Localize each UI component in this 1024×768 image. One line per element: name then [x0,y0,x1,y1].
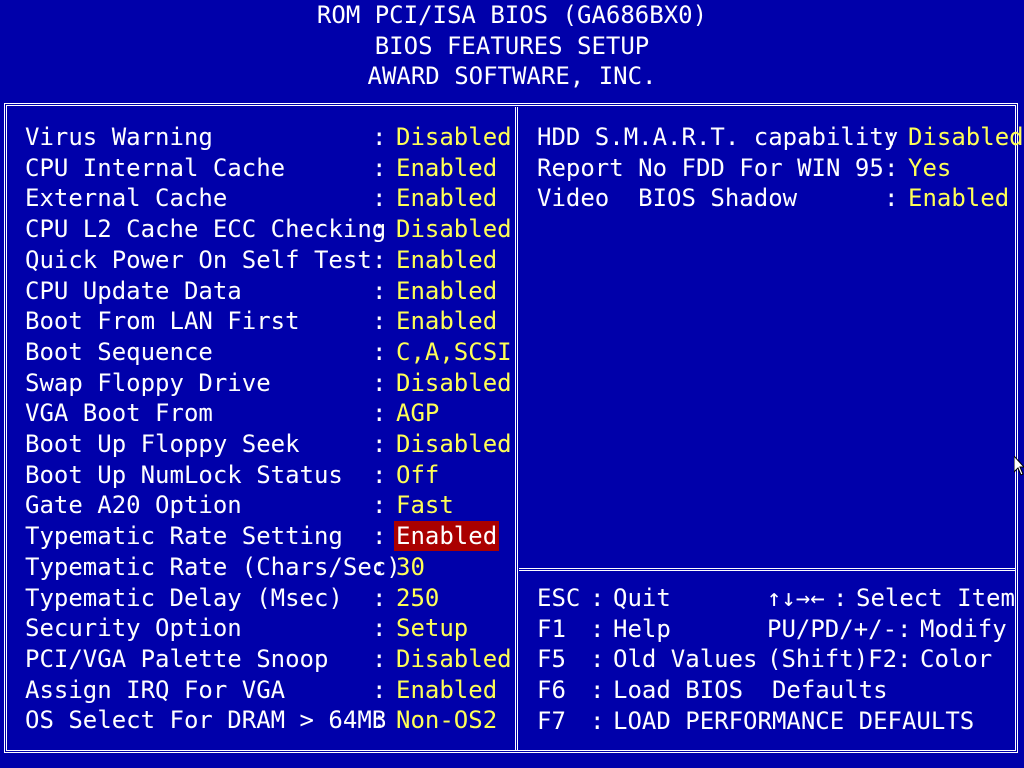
setting-label: VGA Boot From [25,399,213,428]
setting-row[interactable]: Gate A20 Option: Fast [0,490,515,520]
setting-row[interactable]: Typematic Rate (Chars/Sec):30 [0,552,515,582]
setting-label: Boot Up Floppy Seek [25,430,300,458]
bios-vendor: AWARD SOFTWARE, INC. [367,62,657,90]
mouse-pointer-icon [1013,454,1024,476]
setting-label: Swap Floppy Drive [25,368,271,397]
setting-value[interactable]: Enabled [396,306,497,336]
setting-value[interactable]: Disabled [396,429,512,459]
setting-value[interactable]: Off [396,460,439,490]
help-colon: : [897,645,912,674]
setting-label: Typematic Rate Setting [25,522,343,551]
setting-label: Typematic Rate (Chars/Sec) [25,552,401,581]
setting-colon: : [372,522,387,551]
help-row: F7: LOAD PERFORMANCE DEFAULTS [0,706,1018,736]
setting-value[interactable]: Disabled [396,368,512,398]
setting-value[interactable]: Enabled [396,276,497,306]
help-row: ESC: Quit ↑↓→←: Select Item [0,583,1018,613]
setting-label: Video BIOS Shadow [537,184,798,213]
help-key: ↑↓→← [767,584,825,612]
setting-colon: : [372,307,387,336]
help-action: Old Values [613,645,758,674]
setting-colon: : [372,215,387,244]
setting-value[interactable]: Disabled [908,122,1024,152]
help-key: F5 [537,645,566,674]
setting-value[interactable]: Enabled [394,521,500,552]
help-action: Help [613,614,671,643]
setting-colon: : [372,552,387,581]
bios-section-title: BIOS FEATURES SETUP [374,31,650,60]
help-key: ESC [537,584,581,612]
setting-label: Quick Power On Self Test [25,245,372,274]
setting-label: Boot Sequence [25,337,213,366]
setting-label: Report No FDD For WIN 95 [537,153,884,182]
bios-rom-title: ROM PCI/ISA BIOS (GA686BX0) [316,1,708,29]
setting-row[interactable]: Swap Floppy Drive: Disabled [0,368,515,398]
setting-label: CPU Update Data [25,276,242,305]
setting-row[interactable]: Report No FDD For WIN 95: Yes [0,153,1018,183]
setting-colon: : [372,245,387,274]
help-row: F1: Help PU/PD/+/-: Modify [0,614,1018,644]
setting-row[interactable]: Boot Up NumLock Status: Off [0,460,515,490]
setting-value[interactable]: Yes [908,153,951,183]
setting-colon: : [884,123,899,151]
setting-colon: : [372,430,387,458]
setting-row[interactable]: CPU L2 Cache ECC Checking: Disabled [0,214,515,244]
setting-label: HDD S.M.A.R.T. capability [537,123,899,151]
help-colon: : [590,645,605,674]
help-colon: : [590,584,605,612]
help-action: Modify [920,614,1007,643]
help-key: F1 [537,614,566,643]
setting-colon: : [372,491,387,520]
setting-colon: : [372,276,387,305]
help-action: Color [920,645,993,674]
help-colon: : [897,614,912,643]
help-action: Select Item [856,584,1015,612]
setting-row[interactable]: Quick Power On Self Test: Enabled [0,245,515,275]
setting-value[interactable]: C,A,SCSI [396,337,512,367]
help-colon: : [590,614,605,643]
bios-header: ROM PCI/ISA BIOS (GA686BX0) BIOS FEATURE… [0,0,1024,92]
setting-row[interactable]: Video BIOS Shadow: Enabled [0,183,1018,213]
help-action: LOAD PERFORMANCE DEFAULTS [613,706,975,735]
setting-value[interactable]: Enabled [396,245,497,275]
setting-row[interactable]: Boot From LAN First: Enabled [0,306,515,336]
setting-value[interactable]: 30 [396,552,425,582]
setting-value[interactable]: Disabled [396,214,512,244]
setting-colon: : [372,368,387,397]
help-action: Quit [613,584,671,612]
setting-value[interactable]: AGP [396,398,439,428]
setting-row[interactable]: CPU Update Data: Enabled [0,276,515,306]
setting-colon: : [884,153,899,182]
help-action: Load BIOS Defaults [613,676,888,705]
setting-value[interactable]: Fast [396,490,454,520]
setting-value[interactable]: Enabled [908,183,1009,213]
setting-colon: : [372,337,387,366]
help-colon: : [833,584,848,612]
setting-label: CPU L2 Cache ECC Checking [25,215,387,244]
help-colon: : [590,676,605,705]
help-row: F5: Old Values (Shift)F2: Color [0,644,1018,674]
help-key: F6 [537,676,566,705]
setting-label: Gate A20 Option [25,491,242,520]
setting-row[interactable]: Typematic Rate Setting: Enabled [0,521,515,552]
setting-row[interactable]: HDD S.M.A.R.T. capability: Disabled [0,122,1024,152]
help-colon: : [590,706,605,735]
panel-divider-horizontal [519,568,1015,572]
help-row: F6: Load BIOS Defaults [0,675,1018,705]
help-key: PU/PD/+/- [767,614,898,643]
setting-label: Boot Up NumLock Status [25,460,343,489]
setting-row[interactable]: Boot Sequence: C,A,SCSI [0,337,515,367]
setting-colon: : [372,399,387,428]
setting-colon: : [372,460,387,489]
help-key: (Shift)F2 [767,645,898,674]
help-key: F7 [537,706,566,735]
setting-colon: : [884,184,899,213]
setting-row[interactable]: VGA Boot From: AGP [0,398,515,428]
setting-label: Boot From LAN First [25,307,300,336]
setting-row[interactable]: Boot Up Floppy Seek: Disabled [0,429,515,459]
